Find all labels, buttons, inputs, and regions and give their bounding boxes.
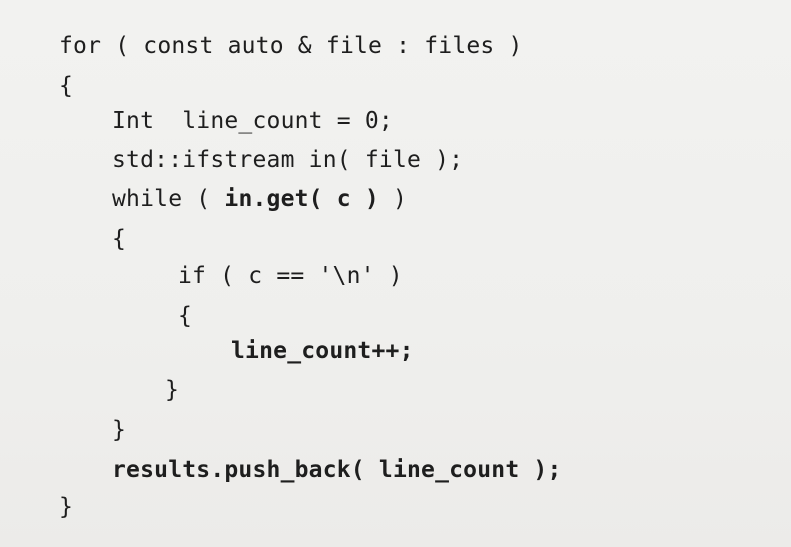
code-line-close-brace: }	[59, 496, 73, 519]
code-line-open-brace: {	[112, 228, 126, 251]
document-page: for ( const auto & file : files ) { Int …	[0, 0, 791, 547]
code-text: for ( const auto & file : files )	[59, 33, 523, 59]
code-text-bold: line_count++;	[231, 338, 414, 364]
code-line-open-brace: {	[59, 75, 73, 98]
code-text: {	[59, 73, 74, 99]
code-text: Int line_count = 0;	[112, 108, 393, 134]
code-line-while: while ( in.get( c ) )	[112, 188, 407, 211]
code-line-open-brace: {	[178, 305, 192, 328]
code-text: }	[59, 494, 74, 520]
code-line-push-back: results.push_back( line_count );	[112, 459, 562, 482]
code-line-ifstream: std::ifstream in( file );	[112, 149, 463, 172]
code-text: {	[178, 303, 193, 329]
code-text-bold: results.push_back( line_count );	[112, 457, 562, 483]
code-text: while (	[112, 186, 225, 212]
code-line-close-brace: }	[112, 419, 126, 442]
code-line-declaration: Int line_count = 0;	[112, 110, 393, 133]
code-line-close-brace: }	[165, 379, 179, 402]
code-line-for: for ( const auto & file : files )	[59, 35, 523, 58]
code-text: }	[112, 417, 127, 443]
code-text: {	[112, 226, 127, 252]
code-line-increment: line_count++;	[231, 340, 414, 363]
code-text-bold: in.get( c )	[224, 186, 379, 212]
code-text: )	[378, 186, 408, 212]
code-text: if ( c == '\n' )	[178, 263, 403, 289]
code-text: std::ifstream in( file );	[112, 147, 464, 173]
code-line-if: if ( c == '\n' )	[178, 265, 403, 288]
code-text: }	[165, 377, 180, 403]
